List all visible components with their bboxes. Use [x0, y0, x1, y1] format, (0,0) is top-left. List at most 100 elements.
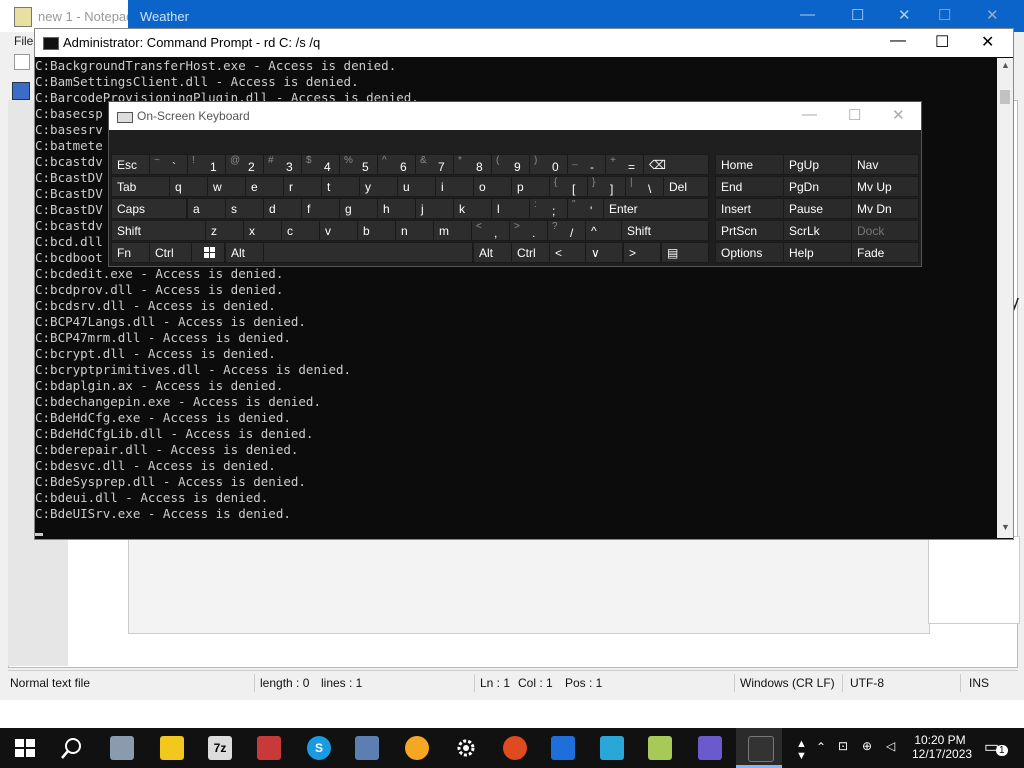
key-equal[interactable]: + = [605, 154, 645, 175]
key-n8[interactable]: * 8 [453, 154, 493, 175]
key-ctrl[interactable]: Ctrl [149, 242, 193, 263]
maximize-icon[interactable]: ☐ [851, 6, 864, 24]
sticky-notes-icon[interactable] [160, 736, 184, 760]
visual-studio-icon[interactable] [698, 736, 722, 760]
key-semi[interactable]: :; [529, 198, 569, 219]
key-prtscn[interactable]: PrtScn [715, 220, 785, 241]
key-slash[interactable]: ? / [547, 220, 587, 241]
key-l[interactable]: l [491, 198, 531, 219]
key-s[interactable]: s [225, 198, 265, 219]
close-icon[interactable]: ✕ [892, 106, 905, 124]
notepadpp-icon[interactable] [648, 736, 672, 760]
key-e[interactable]: e [245, 176, 285, 197]
key-mvdn[interactable]: Mv Dn [851, 198, 919, 219]
key-down[interactable]: ∨ [585, 242, 623, 263]
new-file-icon[interactable] [14, 54, 30, 70]
key-n1[interactable]: ! 1 [187, 154, 227, 175]
key-h[interactable]: h [377, 198, 417, 219]
key-f[interactable]: f [301, 198, 341, 219]
key-x[interactable]: x [243, 220, 283, 241]
search-icon[interactable] [60, 736, 84, 760]
maximize-icon[interactable]: ☐ [935, 32, 949, 52]
key-n6[interactable]: ^ 6 [377, 154, 417, 175]
key-bksp[interactable]: ⌫ [643, 154, 709, 175]
scroll-down-icon[interactable]: ▼ [1001, 522, 1010, 532]
key-y[interactable]: y [359, 176, 399, 197]
key-insert[interactable]: Insert [715, 198, 785, 219]
key-tilde[interactable]: ~ ` [149, 154, 189, 175]
key-j[interactable]: j [415, 198, 455, 219]
maximize-icon[interactable]: ☐ [848, 106, 861, 124]
key-n[interactable]: n [395, 220, 435, 241]
key-home[interactable]: Home [715, 154, 785, 175]
key-scrlk[interactable]: ScrLk [783, 220, 853, 241]
key-end[interactable]: End [715, 176, 785, 197]
key-q[interactable]: q [169, 176, 209, 197]
skype-icon[interactable]: S [307, 736, 331, 760]
key-del[interactable]: Del [663, 176, 709, 197]
key-fn[interactable]: Fn [111, 242, 151, 263]
cmd-icon[interactable] [748, 736, 774, 762]
key-z[interactable]: z [205, 220, 245, 241]
key-lbr[interactable]: {[ [549, 176, 589, 197]
key-pgdn[interactable]: PgDn [783, 176, 853, 197]
network-app-icon[interactable] [355, 736, 379, 760]
key-left[interactable]: < [549, 242, 587, 263]
settings-gear-icon[interactable] [454, 736, 478, 760]
key-caps[interactable]: Caps [111, 198, 187, 219]
language-icon[interactable]: ⊕ [862, 739, 872, 753]
key-d[interactable]: d [263, 198, 303, 219]
key-c[interactable]: c [281, 220, 321, 241]
taskbar-scroll-icon[interactable]: ▲ ▼ [796, 738, 807, 762]
minimize-icon[interactable]: — [890, 32, 906, 50]
volume-icon[interactable]: ◁ [886, 739, 895, 753]
key-n7[interactable]: & 7 [415, 154, 455, 175]
scanner-app-icon[interactable] [110, 736, 134, 760]
windows-start-icon[interactable] [13, 736, 37, 760]
cmd-titlebar[interactable]: Administrator: Command Prompt - rd C: /s… [35, 29, 1013, 57]
key-enter[interactable]: Enter [603, 198, 709, 219]
key-v[interactable]: v [319, 220, 359, 241]
photos-icon[interactable] [600, 736, 624, 760]
close-icon[interactable]: ✕ [981, 32, 994, 52]
key-tab[interactable]: Tab [111, 176, 171, 197]
key-apos[interactable]: " ' [567, 198, 607, 219]
clock[interactable]: 10:20 PM 12/17/2023 [912, 733, 972, 761]
key-alt-r[interactable]: Alt [473, 242, 513, 263]
scrollbar-thumb[interactable] [1000, 90, 1010, 104]
key-i[interactable]: i [435, 176, 475, 197]
key-n5[interactable]: % 5 [339, 154, 379, 175]
key-shift-r[interactable]: Shift [621, 220, 709, 241]
maximize-icon[interactable]: ☐ [938, 6, 951, 24]
show-hidden-icons-icon[interactable]: ⌃ [816, 740, 826, 754]
key-menu[interactable]: ▤ [661, 242, 709, 263]
network-icon[interactable]: ⊡ [838, 739, 848, 753]
minimize-icon[interactable]: — [800, 6, 815, 23]
key-alt[interactable]: Alt [225, 242, 265, 263]
tools-icon[interactable] [257, 736, 281, 760]
key-shift[interactable]: Shift [111, 220, 207, 241]
key-period[interactable]: >. [509, 220, 549, 241]
key-r[interactable]: r [283, 176, 323, 197]
key-o[interactable]: o [473, 176, 513, 197]
key-n9[interactable]: (9 [491, 154, 531, 175]
minimize-icon[interactable]: — [802, 106, 817, 123]
weather-icon[interactable] [405, 736, 429, 760]
key-up[interactable]: ^ [585, 220, 623, 241]
key-minus[interactable]: _ - [567, 154, 607, 175]
key-bslash[interactable]: | \ [625, 176, 665, 197]
key-dock[interactable]: Dock [851, 220, 919, 241]
key-t[interactable]: t [321, 176, 361, 197]
key-k[interactable]: k [453, 198, 493, 219]
key-p[interactable]: p [511, 176, 551, 197]
close-icon[interactable]: ✕ [986, 6, 999, 24]
key-options[interactable]: Options [715, 242, 785, 263]
key-m[interactable]: m [433, 220, 473, 241]
status-encoding[interactable]: UTF-8 [850, 676, 884, 690]
key-pause[interactable]: Pause [783, 198, 853, 219]
key-g[interactable]: g [339, 198, 379, 219]
osk-titlebar[interactable]: On-Screen Keyboard — ☐ ✕ [109, 102, 921, 130]
key-n3[interactable]: #3 [263, 154, 303, 175]
key-mvup[interactable]: Mv Up [851, 176, 919, 197]
key-nav[interactable]: Nav [851, 154, 919, 175]
